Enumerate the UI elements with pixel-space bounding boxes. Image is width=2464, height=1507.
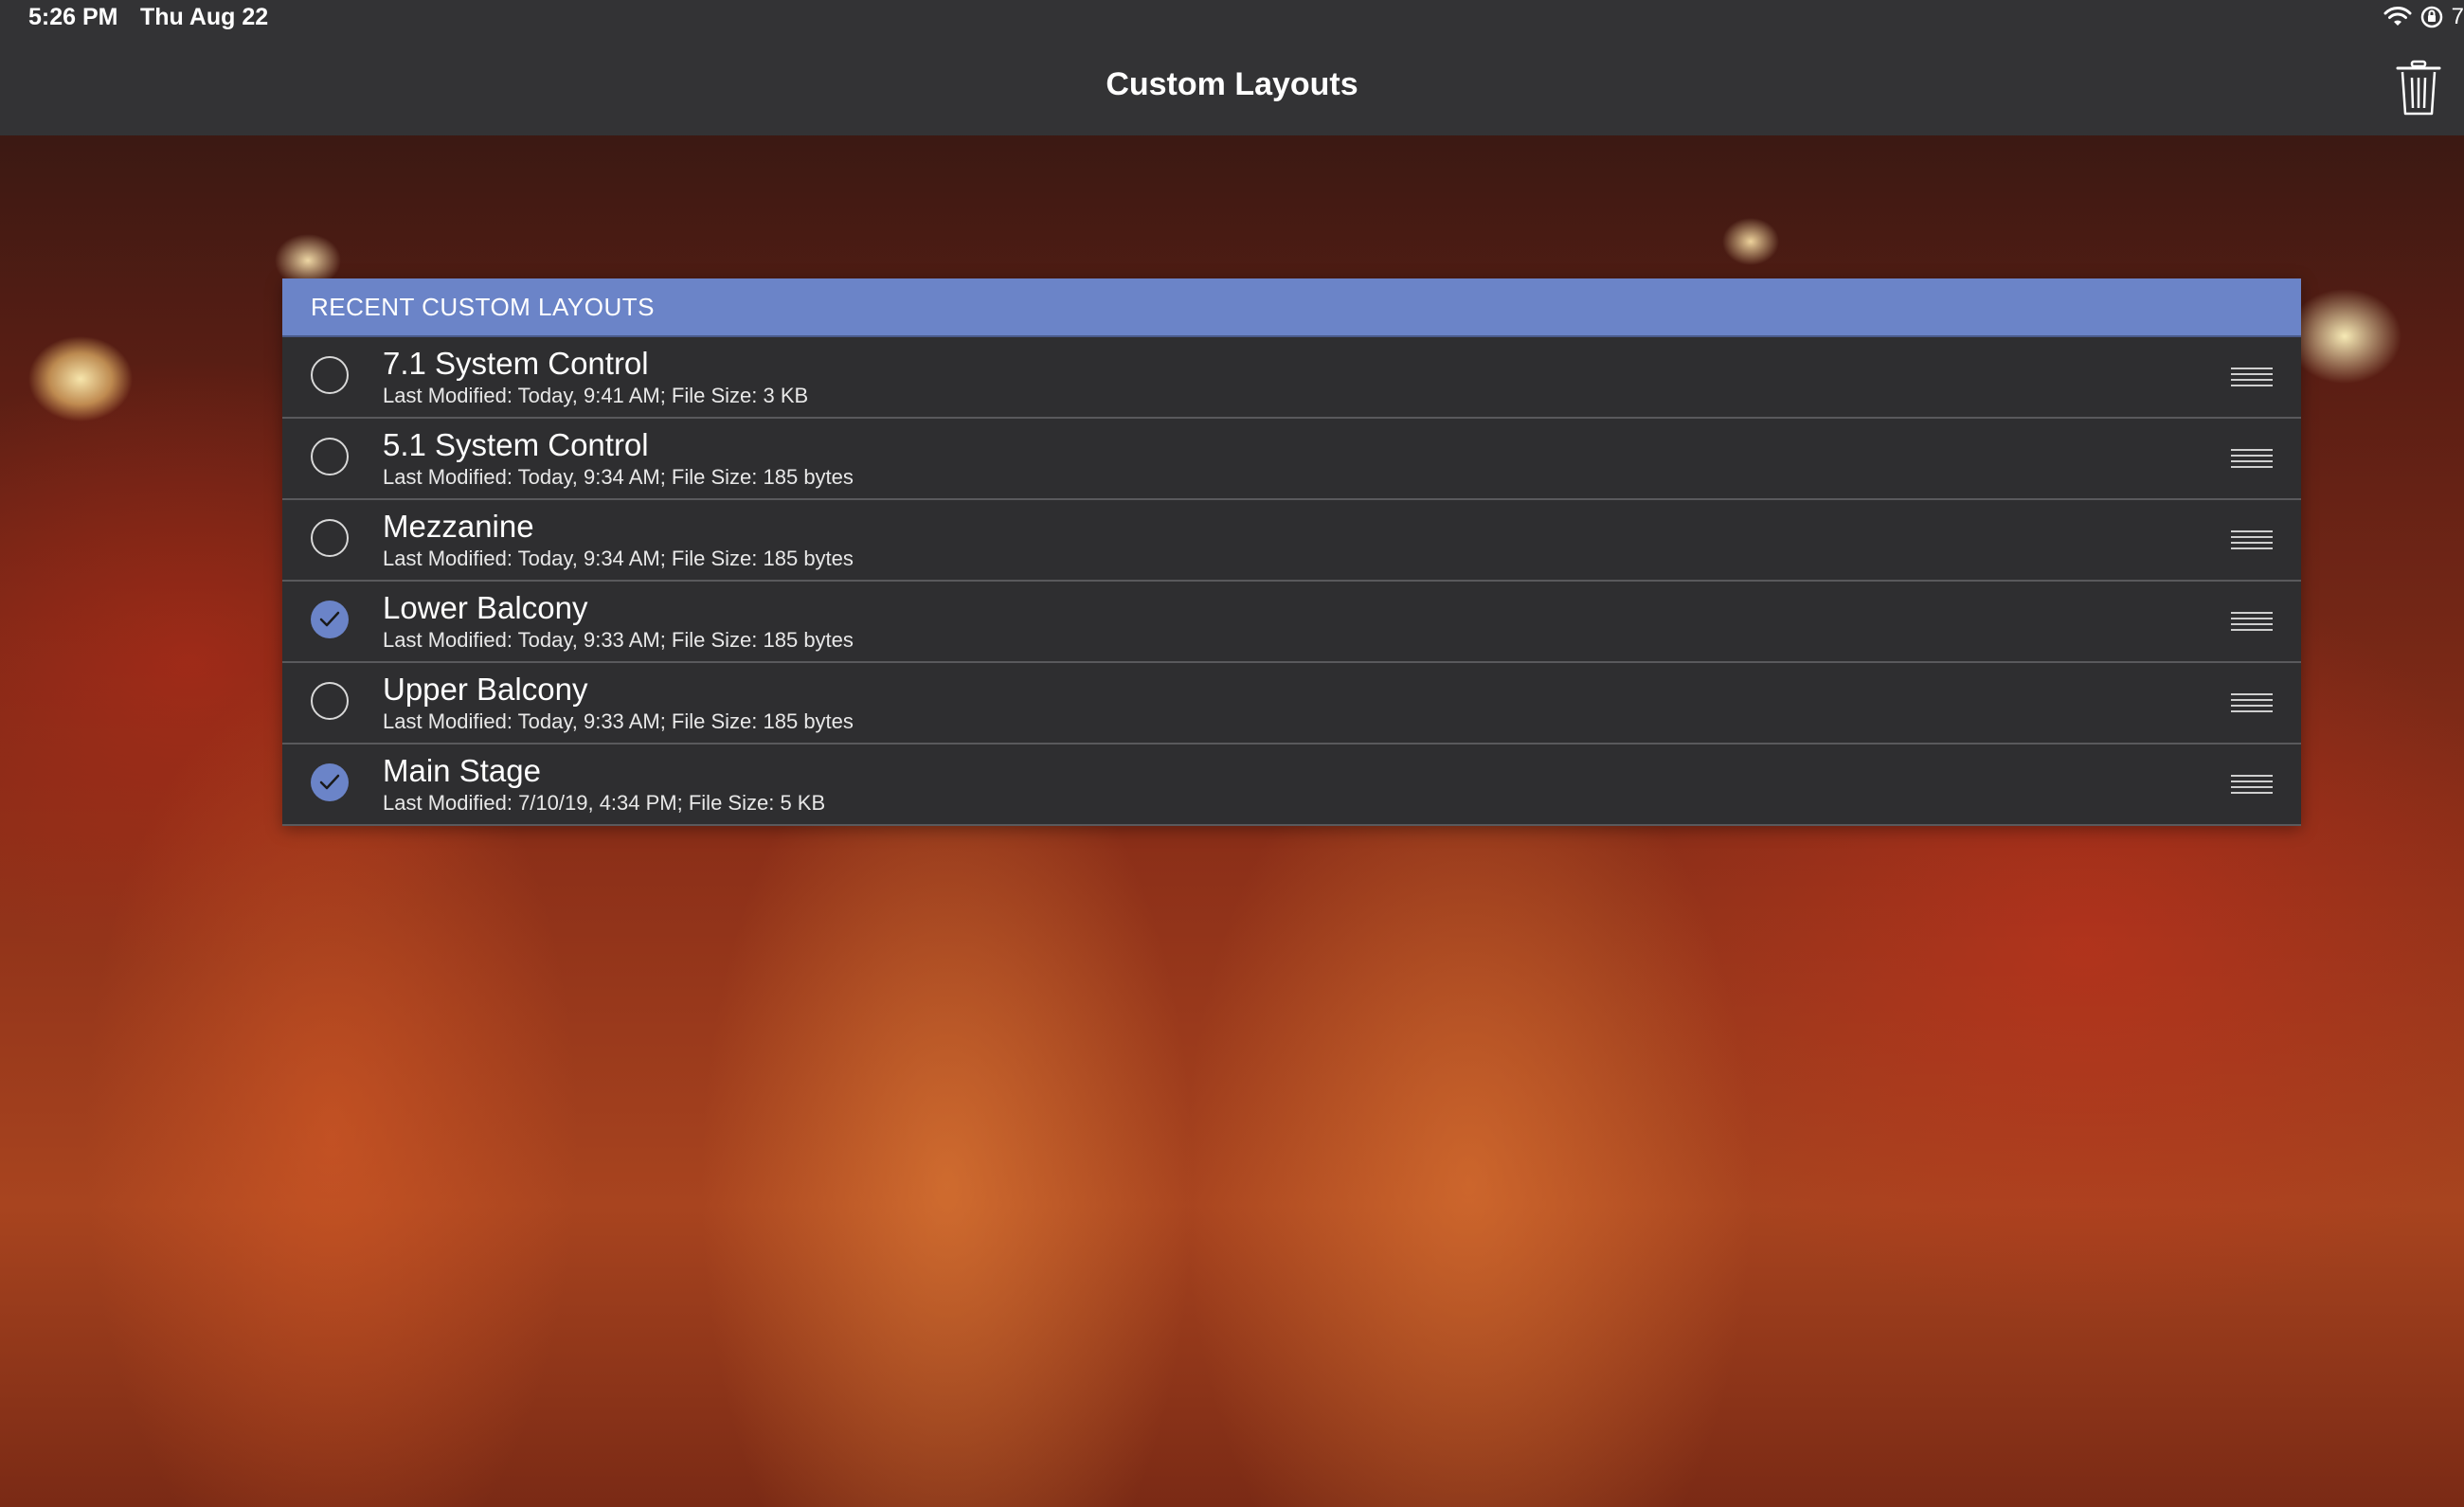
reorder-handle-icon[interactable]	[2231, 775, 2273, 794]
layout-details: Last Modified: Today, 9:34 AM; File Size…	[383, 465, 854, 489]
layout-row[interactable]: Mezzanine Last Modified: Today, 9:34 AM; …	[282, 500, 2301, 582]
status-date: Thu Aug 22	[140, 4, 269, 30]
checkmark-selected-icon[interactable]	[311, 763, 349, 801]
layout-row-text: Mezzanine Last Modified: Today, 9:34 AM; …	[383, 508, 854, 572]
layout-row-text: Lower Balcony Last Modified: Today, 9:33 …	[383, 589, 854, 654]
status-time: 5:26 PM	[28, 4, 118, 30]
layout-name: 7.1 System Control	[383, 346, 649, 381]
section-header: RECENT CUSTOM LAYOUTS	[282, 278, 2301, 337]
layout-name: Main Stage	[383, 753, 541, 788]
checkbox-empty-icon[interactable]	[311, 682, 349, 720]
trash-icon	[2396, 60, 2441, 116]
wifi-icon	[2383, 6, 2412, 28]
layout-row-text: Upper Balcony Last Modified: Today, 9:33 …	[383, 671, 854, 735]
layout-row[interactable]: Lower Balcony Last Modified: Today, 9:33 …	[282, 582, 2301, 663]
layout-name: Lower Balcony	[383, 590, 588, 625]
checkmark-selected-icon[interactable]	[311, 601, 349, 638]
battery-percentage: 7	[2451, 4, 2464, 29]
layout-row[interactable]: Main Stage Last Modified: 7/10/19, 4:34 P…	[282, 745, 2301, 826]
layout-row-text: 7.1 System Control Last Modified: Today, …	[383, 345, 808, 409]
screen: 5:26 PM Thu Aug 22 7 Custom Layouts RECE…	[0, 0, 2464, 1507]
reorder-handle-icon[interactable]	[2231, 530, 2273, 549]
layout-row-text: Main Stage Last Modified: 7/10/19, 4:34 P…	[383, 752, 825, 816]
checkmark-icon	[319, 611, 340, 627]
layout-name: Upper Balcony	[383, 672, 588, 707]
layouts-list: RECENT CUSTOM LAYOUTS 7.1 System Control…	[282, 278, 2301, 826]
layout-row[interactable]: Upper Balcony Last Modified: Today, 9:33 …	[282, 663, 2301, 745]
layout-details: Last Modified: Today, 9:41 AM; File Size…	[383, 384, 809, 407]
layout-name: 5.1 System Control	[383, 427, 649, 462]
layout-details: Last Modified: Today, 9:33 AM; File Size…	[383, 709, 854, 733]
reorder-handle-icon[interactable]	[2231, 449, 2273, 468]
layout-row[interactable]: 7.1 System Control Last Modified: Today, …	[282, 337, 2301, 419]
checkbox-empty-icon[interactable]	[311, 519, 349, 557]
checkbox-empty-icon[interactable]	[311, 438, 349, 475]
layout-name: Mezzanine	[383, 509, 534, 544]
layouts-rows: 7.1 System Control Last Modified: Today, …	[282, 337, 2301, 826]
page-title: Custom Layouts	[1106, 66, 1358, 102]
status-icons: 7	[2383, 4, 2464, 30]
delete-button[interactable]	[2394, 59, 2443, 117]
layout-details: Last Modified: Today, 9:34 AM; File Size…	[383, 547, 854, 570]
reorder-handle-icon[interactable]	[2231, 368, 2273, 386]
layout-details: Last Modified: Today, 9:33 AM; File Size…	[383, 628, 854, 652]
layout-row-text: 5.1 System Control Last Modified: Today, …	[383, 426, 854, 491]
layout-details: Last Modified: 7/10/19, 4:34 PM; File Si…	[383, 791, 826, 815]
reorder-handle-icon[interactable]	[2231, 693, 2273, 712]
layout-row[interactable]: 5.1 System Control Last Modified: Today, …	[282, 419, 2301, 500]
rotation-lock-icon	[2419, 5, 2444, 29]
reorder-handle-icon[interactable]	[2231, 612, 2273, 631]
navigation-bar: 5:26 PM Thu Aug 22 7 Custom Layouts	[0, 0, 2464, 135]
checkbox-empty-icon[interactable]	[311, 356, 349, 394]
checkmark-icon	[319, 774, 340, 790]
